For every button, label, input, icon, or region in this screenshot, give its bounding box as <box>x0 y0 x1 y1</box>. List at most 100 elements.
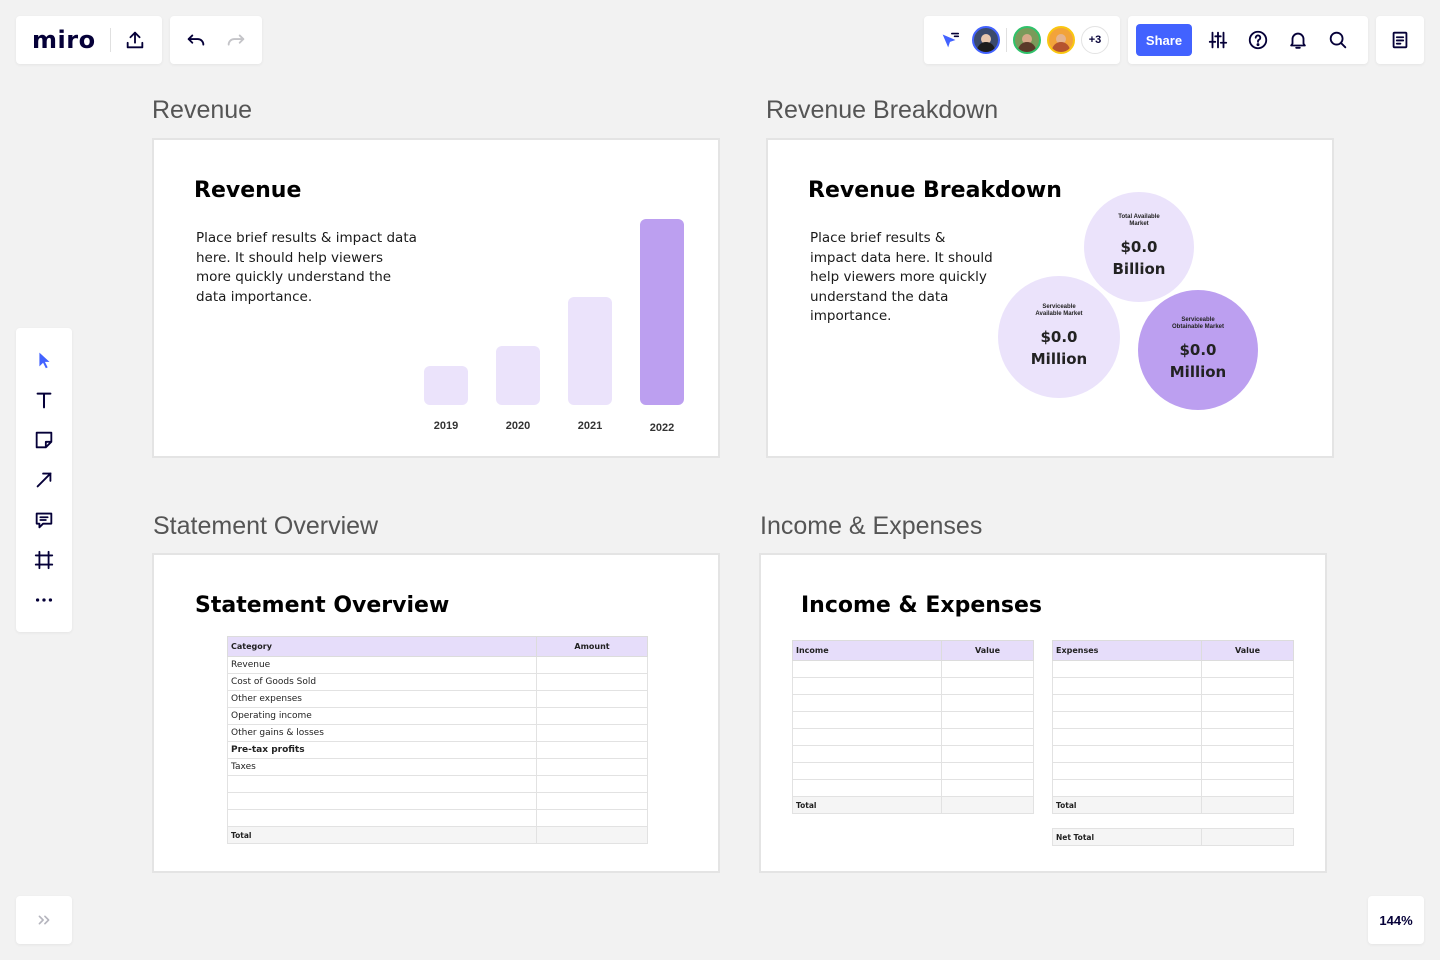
frame-title-income-expenses[interactable]: Income & Expenses <box>760 512 982 541</box>
amount-cell[interactable] <box>536 741 648 759</box>
item-cell[interactable] <box>1052 677 1202 695</box>
item-cell[interactable] <box>792 779 942 797</box>
value-cell[interactable] <box>941 677 1034 695</box>
total-value[interactable] <box>941 796 1034 814</box>
table-row[interactable] <box>227 809 648 827</box>
frame-title-statement-overview[interactable]: Statement Overview <box>153 512 378 541</box>
category-cell[interactable]: Pre-tax profits <box>227 741 537 759</box>
value-cell[interactable] <box>1201 728 1294 746</box>
total-value[interactable] <box>536 826 648 844</box>
value-cell[interactable] <box>1201 711 1294 729</box>
category-cell[interactable] <box>227 792 537 810</box>
table-row[interactable] <box>227 792 648 810</box>
zoom-level[interactable]: 144% <box>1368 896 1424 944</box>
table-row[interactable] <box>792 660 1034 678</box>
table-row[interactable] <box>792 677 1034 695</box>
item-cell[interactable] <box>792 745 942 763</box>
table-row[interactable]: Cost of Goods Sold <box>227 673 648 691</box>
category-cell[interactable] <box>227 809 537 827</box>
frame-title-revenue[interactable]: Revenue <box>152 96 252 125</box>
net-total-table[interactable]: Net Total <box>1052 828 1294 846</box>
select-cursor-icon[interactable] <box>24 340 64 380</box>
total-value[interactable] <box>1201 796 1294 814</box>
total-row[interactable]: Total <box>792 796 1034 814</box>
category-cell[interactable]: Cost of Goods Sold <box>227 673 537 691</box>
total-row[interactable]: Total <box>1052 796 1294 814</box>
table-row[interactable]: Revenue <box>227 656 648 674</box>
statement-table[interactable]: Category Amount Revenue Cost of Goods Sol… <box>227 636 648 844</box>
table-row[interactable] <box>1052 711 1294 729</box>
table-row[interactable]: Other expenses <box>227 690 648 708</box>
item-cell[interactable] <box>1052 728 1202 746</box>
total-row[interactable]: Total <box>227 826 648 844</box>
value-cell[interactable] <box>941 728 1034 746</box>
value-cell[interactable] <box>941 779 1034 797</box>
amount-cell[interactable] <box>536 775 648 793</box>
amount-cell[interactable] <box>536 707 648 725</box>
table-row[interactable] <box>1052 779 1294 797</box>
category-cell[interactable]: Other expenses <box>227 690 537 708</box>
amount-cell[interactable] <box>536 792 648 810</box>
item-cell[interactable] <box>1052 694 1202 712</box>
table-row[interactable] <box>792 711 1034 729</box>
item-cell[interactable] <box>1052 762 1202 780</box>
item-cell[interactable] <box>792 762 942 780</box>
redo-icon[interactable] <box>216 20 256 60</box>
item-cell[interactable] <box>1052 711 1202 729</box>
amount-cell[interactable] <box>536 673 648 691</box>
value-cell[interactable] <box>941 762 1034 780</box>
amount-cell[interactable] <box>536 724 648 742</box>
value-cell[interactable] <box>941 660 1034 678</box>
frame-revenue[interactable]: Revenue Place brief results & impact dat… <box>152 138 720 458</box>
connection-line-icon[interactable] <box>24 460 64 500</box>
undo-icon[interactable] <box>176 20 216 60</box>
cursor-follow-icon[interactable] <box>932 20 968 60</box>
frame-statement-overview[interactable]: Statement Overview Category Amount Reven… <box>152 553 720 873</box>
value-cell[interactable] <box>1201 745 1294 763</box>
frame-income-expenses[interactable]: Income & Expenses Income Value Total Exp… <box>759 553 1327 873</box>
avatar[interactable] <box>1047 26 1075 54</box>
item-cell[interactable] <box>1052 779 1202 797</box>
table-row[interactable] <box>792 779 1034 797</box>
value-cell[interactable] <box>1201 660 1294 678</box>
table-row[interactable] <box>792 694 1034 712</box>
frame-title-revenue-breakdown[interactable]: Revenue Breakdown <box>766 96 998 125</box>
value-cell[interactable] <box>1201 677 1294 695</box>
item-cell[interactable] <box>792 694 942 712</box>
more-collaborators-count[interactable]: +3 <box>1081 26 1109 54</box>
item-cell[interactable] <box>792 728 942 746</box>
item-cell[interactable] <box>792 711 942 729</box>
table-row[interactable] <box>227 775 648 793</box>
table-row[interactable] <box>1052 728 1294 746</box>
comment-icon[interactable] <box>24 500 64 540</box>
table-row[interactable]: Taxes <box>227 758 648 776</box>
amount-cell[interactable] <box>536 690 648 708</box>
frame-tool-icon[interactable] <box>24 540 64 580</box>
share-button[interactable]: Share <box>1136 24 1192 56</box>
table-row[interactable]: Other gains & losses <box>227 724 648 742</box>
value-cell[interactable] <box>1201 694 1294 712</box>
item-cell[interactable] <box>1052 745 1202 763</box>
category-cell[interactable]: Taxes <box>227 758 537 776</box>
income-table[interactable]: Income Value Total <box>792 640 1034 814</box>
help-icon[interactable] <box>1238 20 1278 60</box>
category-cell[interactable]: Other gains & losses <box>227 724 537 742</box>
value-cell[interactable] <box>941 694 1034 712</box>
value-cell[interactable] <box>1201 779 1294 797</box>
expenses-table[interactable]: Expenses Value Total <box>1052 640 1294 814</box>
net-total-value[interactable] <box>1201 828 1294 846</box>
table-row[interactable] <box>1052 762 1294 780</box>
table-row[interactable] <box>792 728 1034 746</box>
miro-logo[interactable]: miro <box>32 26 96 54</box>
table-row[interactable]: Pre-tax profits <box>227 741 648 759</box>
table-row[interactable] <box>1052 677 1294 695</box>
item-cell[interactable] <box>1052 660 1202 678</box>
value-cell[interactable] <box>1201 762 1294 780</box>
table-row[interactable] <box>1052 660 1294 678</box>
table-row[interactable] <box>1052 745 1294 763</box>
search-icon[interactable] <box>1318 20 1358 60</box>
amount-cell[interactable] <box>536 809 648 827</box>
text-tool-icon[interactable] <box>24 380 64 420</box>
settings-sliders-icon[interactable] <box>1198 20 1238 60</box>
chevrons-right-icon[interactable] <box>24 900 64 940</box>
